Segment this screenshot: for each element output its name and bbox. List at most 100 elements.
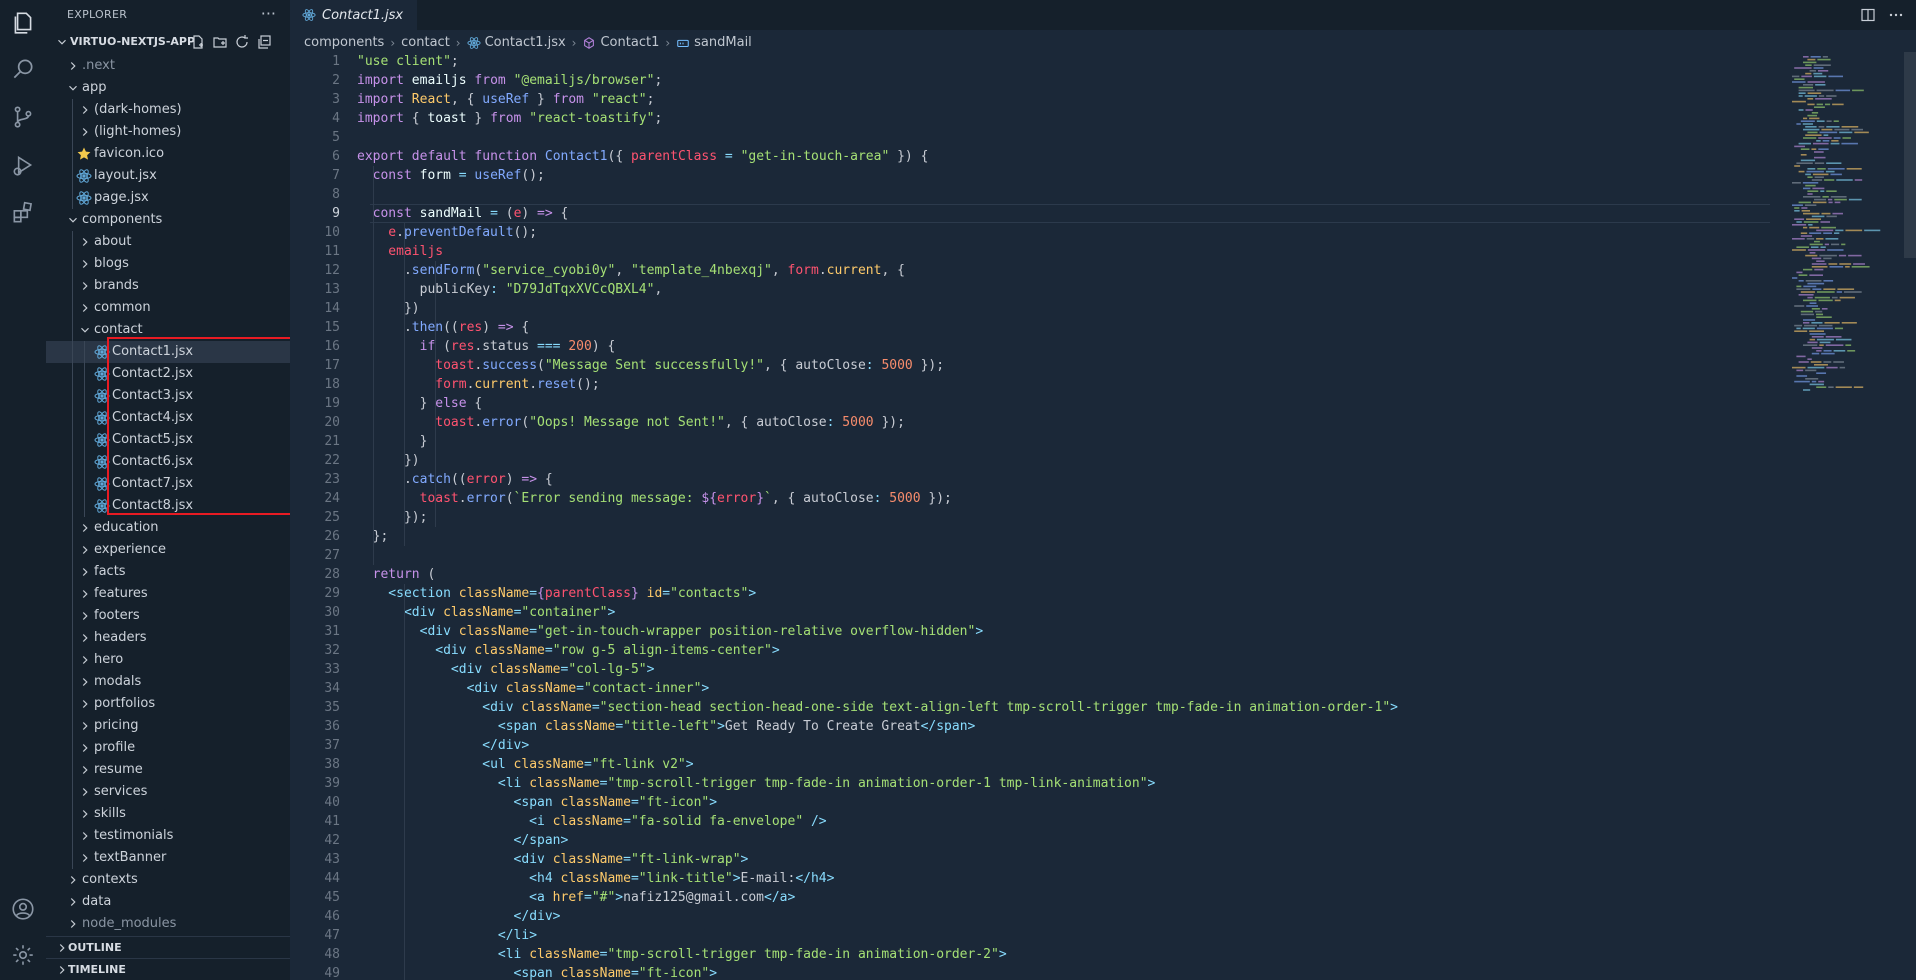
code-token: (); <box>513 225 538 240</box>
new-file-icon[interactable] <box>190 34 206 50</box>
line-number: 43 <box>324 852 340 867</box>
tree-folder[interactable]: components <box>46 209 290 231</box>
code-token: "container" <box>521 605 608 620</box>
code-token: < <box>357 814 538 829</box>
new-folder-icon[interactable] <box>212 34 228 50</box>
code-editor[interactable]: 1 "use client"; 2 import emailjs from "@ema… <box>290 52 1770 980</box>
manage-gear-icon[interactable] <box>0 932 46 978</box>
outline-section[interactable]: OUTLINE <box>46 936 290 959</box>
accounts-icon[interactable] <box>0 886 46 932</box>
chevron-right-icon <box>82 590 88 598</box>
breadcrumb-item[interactable]: Contact1 <box>600 32 659 54</box>
tree-folder[interactable]: app <box>46 77 290 99</box>
tree-folder[interactable]: node_modules <box>46 913 290 935</box>
code-token: , <box>771 263 788 278</box>
code-token: React <box>411 92 451 107</box>
indent-guide <box>84 341 85 517</box>
vertical-scrollbar[interactable] <box>1904 52 1916 258</box>
breadcrumb-item[interactable]: components <box>304 32 384 54</box>
minimap-line <box>1817 70 1829 72</box>
tree-folder[interactable]: modals <box>46 671 290 693</box>
tree-file[interactable]: page.jsx <box>46 187 290 209</box>
tree-folder[interactable]: (light-homes) <box>46 121 290 143</box>
indent-guide <box>72 231 73 869</box>
tree-folder[interactable]: footers <box>46 605 290 627</box>
tree-folder[interactable]: profile <box>46 737 290 759</box>
timeline-section[interactable]: TIMELINE <box>46 958 290 980</box>
tree-folder[interactable]: hero <box>46 649 290 671</box>
tab-contact1[interactable]: Contact1.jsx <box>290 0 418 30</box>
workspace-root[interactable]: VIRTUO-NEXTJS-APP <box>46 31 290 53</box>
tree-folder[interactable]: portfolios <box>46 693 290 715</box>
workspace-root-label: VIRTUO-NEXTJS-APP <box>70 35 196 48</box>
minimap-line <box>1809 383 1824 386</box>
tree-folder[interactable]: (dark-homes) <box>46 99 290 121</box>
tree-folder[interactable]: facts <box>46 561 290 583</box>
tree-folder[interactable]: textBanner <box>46 847 290 869</box>
extensions-icon[interactable] <box>0 190 46 236</box>
collapse-all-icon[interactable] <box>256 34 272 50</box>
refresh-icon[interactable] <box>234 34 250 50</box>
tree-folder[interactable]: features <box>46 583 290 605</box>
minimap-line <box>1800 232 1808 234</box>
minimap-line <box>1807 249 1826 251</box>
code-token: = <box>615 719 624 734</box>
tree-item-label: (light-homes) <box>94 124 182 139</box>
code-token: div <box>443 643 475 658</box>
tree-folder[interactable]: resume <box>46 759 290 781</box>
tree-folder[interactable]: brands <box>46 275 290 297</box>
tree-folder[interactable]: education <box>46 517 290 539</box>
tree-folder[interactable]: blogs <box>46 253 290 275</box>
tree-folder[interactable]: .next <box>46 55 290 77</box>
search-icon[interactable] <box>0 46 46 92</box>
tree-folder[interactable]: common <box>46 297 290 319</box>
minimap-line <box>1805 72 1812 75</box>
editor-area: Contact1.jsx components › contact › Cont… <box>290 0 1916 980</box>
code-token: from <box>552 92 592 107</box>
minimap-line <box>1807 114 1818 117</box>
source-control-icon[interactable] <box>0 94 46 140</box>
minimap-line <box>1814 156 1826 159</box>
explorer-icon[interactable] <box>0 0 46 46</box>
tree-folder[interactable]: skills <box>46 803 290 825</box>
minimap-line <box>1807 366 1825 369</box>
minimap-line <box>1807 176 1813 178</box>
code-token: < <box>357 719 506 734</box>
minimap-line <box>1817 58 1831 61</box>
minimap[interactable] <box>1788 52 1898 412</box>
tree-folder[interactable]: pricing <box>46 715 290 737</box>
tree-folder[interactable]: experience <box>46 539 290 561</box>
breadcrumb-item[interactable]: Contact1.jsx <box>485 32 566 54</box>
minimap-line <box>1807 98 1814 100</box>
code-token: import <box>357 73 412 88</box>
code-token: res <box>458 320 483 335</box>
more-actions-icon[interactable] <box>1888 7 1904 23</box>
code-token: < <box>357 624 428 639</box>
code-token: < <box>357 852 522 867</box>
tree-folder[interactable]: testimonials <box>46 825 290 847</box>
minimap-line <box>1800 148 1810 150</box>
code-token: className <box>521 700 592 715</box>
code-line: <div className="row g-5 align-items-cent… <box>357 641 779 660</box>
tree-folder[interactable]: headers <box>46 627 290 649</box>
line-number: 6 <box>332 149 340 164</box>
tree-file[interactable]: favicon.ico <box>46 143 290 165</box>
run-debug-icon[interactable] <box>0 142 46 188</box>
code-token: toast <box>357 358 475 373</box>
tree-folder[interactable]: services <box>46 781 290 803</box>
more-actions-icon[interactable]: ··· <box>261 0 276 30</box>
code-token: className <box>474 643 545 658</box>
breadcrumb-item[interactable]: contact <box>401 32 450 54</box>
split-editor-icon[interactable] <box>1860 7 1876 23</box>
minimap-line <box>1796 123 1801 125</box>
code-token: ( <box>505 206 514 221</box>
code-line: <section className={parentClass} id="con… <box>357 584 756 603</box>
tree-folder[interactable]: about <box>46 231 290 253</box>
tree-file[interactable]: layout.jsx <box>46 165 290 187</box>
tree-folder[interactable]: contexts <box>46 869 290 891</box>
minimap-line <box>1813 75 1827 78</box>
minimap-line <box>1819 131 1838 134</box>
code-token: </ <box>357 909 530 924</box>
breadcrumb-item[interactable]: sandMail <box>694 32 752 54</box>
tree-folder[interactable]: data <box>46 891 290 913</box>
